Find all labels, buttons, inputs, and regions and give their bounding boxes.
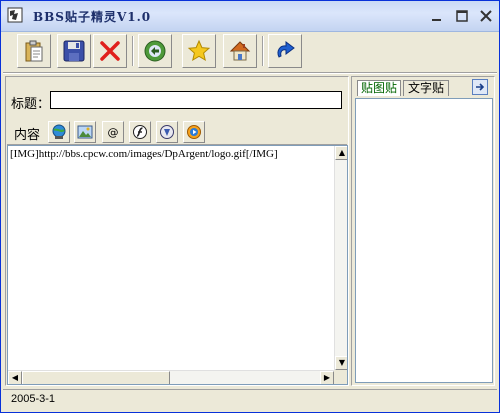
vertical-scrollbar[interactable]: ▲ ▼ [334,146,347,370]
horizontal-scrollbar[interactable]: ◀ ▶ [8,370,334,384]
title-bar[interactable]: BBS贴子精灵V1.0 [1,1,499,32]
panel-toggle-button[interactable] [472,79,488,95]
house-icon [229,41,251,61]
redo-button[interactable] [268,34,302,68]
status-bar: 2005-3-1 [3,389,497,410]
insert-flash-button[interactable] [129,121,151,143]
svg-text:@: @ [108,126,119,139]
minimize-button[interactable] [429,8,445,24]
red-x-icon [100,41,120,61]
insert-link-button[interactable] [48,121,70,143]
go-button[interactable] [138,34,172,68]
close-button[interactable] [478,8,494,24]
window-title: BBS贴子精灵V1.0 [33,10,152,24]
maximize-button[interactable] [454,8,470,24]
toolbar-separator [132,36,134,66]
green-arrow-circle-icon [144,40,166,62]
at-sign-icon: @ [108,126,119,139]
scroll-down-icon[interactable]: ▼ [335,356,347,370]
flash-icon [133,125,147,139]
editor-text[interactable]: [IMG]http://bbs.cpcw.com/images/DpArgent… [10,148,278,160]
scroll-left-icon[interactable]: ◀ [8,371,22,384]
horizontal-scroll-thumb[interactable] [22,371,170,384]
title-input[interactable] [50,91,342,109]
snippet-list[interactable] [355,98,493,383]
star-icon [187,39,211,62]
globe-link-icon [52,124,66,139]
insert-realplayer-button[interactable] [156,121,178,143]
floppy-disk-icon [63,40,85,62]
blue-redo-arrow-icon [277,41,295,58]
paste-button[interactable] [17,34,51,68]
scroll-right-icon[interactable]: ▶ [320,371,334,384]
content-label: 内容 [14,127,41,142]
insert-email-button[interactable]: @ [102,121,124,143]
toolbar-divider [3,72,497,74]
media-player-icon [187,125,201,139]
realplayer-icon [160,125,174,139]
picture-icon [77,125,93,139]
arrow-right-icon [476,83,485,91]
insert-media-button[interactable] [183,121,205,143]
status-date: 2005-3-1 [11,393,56,405]
scroll-corner [334,370,347,384]
save-button[interactable] [57,34,91,68]
title-label: 标题： [11,96,51,111]
favorite-button[interactable] [182,34,216,68]
toolbar-separator [262,36,264,66]
insert-image-button[interactable] [74,121,96,143]
delete-button[interactable] [93,34,127,68]
app-icon [7,7,23,23]
app-window: BBS贴子精灵V1.0 标题： 内容 @ [IMG]http://bbs.cpc… [0,0,500,413]
content-editor[interactable]: [IMG]http://bbs.cpcw.com/images/DpArgent… [7,145,348,385]
tab-text-posts[interactable]: 文字贴 [403,80,449,96]
tab-image-posts[interactable]: 贴图贴 [357,80,401,96]
clipboard-icon [25,40,43,62]
scroll-up-icon[interactable]: ▲ [335,146,347,160]
toolbar [5,33,495,71]
home-button[interactable] [223,34,257,68]
